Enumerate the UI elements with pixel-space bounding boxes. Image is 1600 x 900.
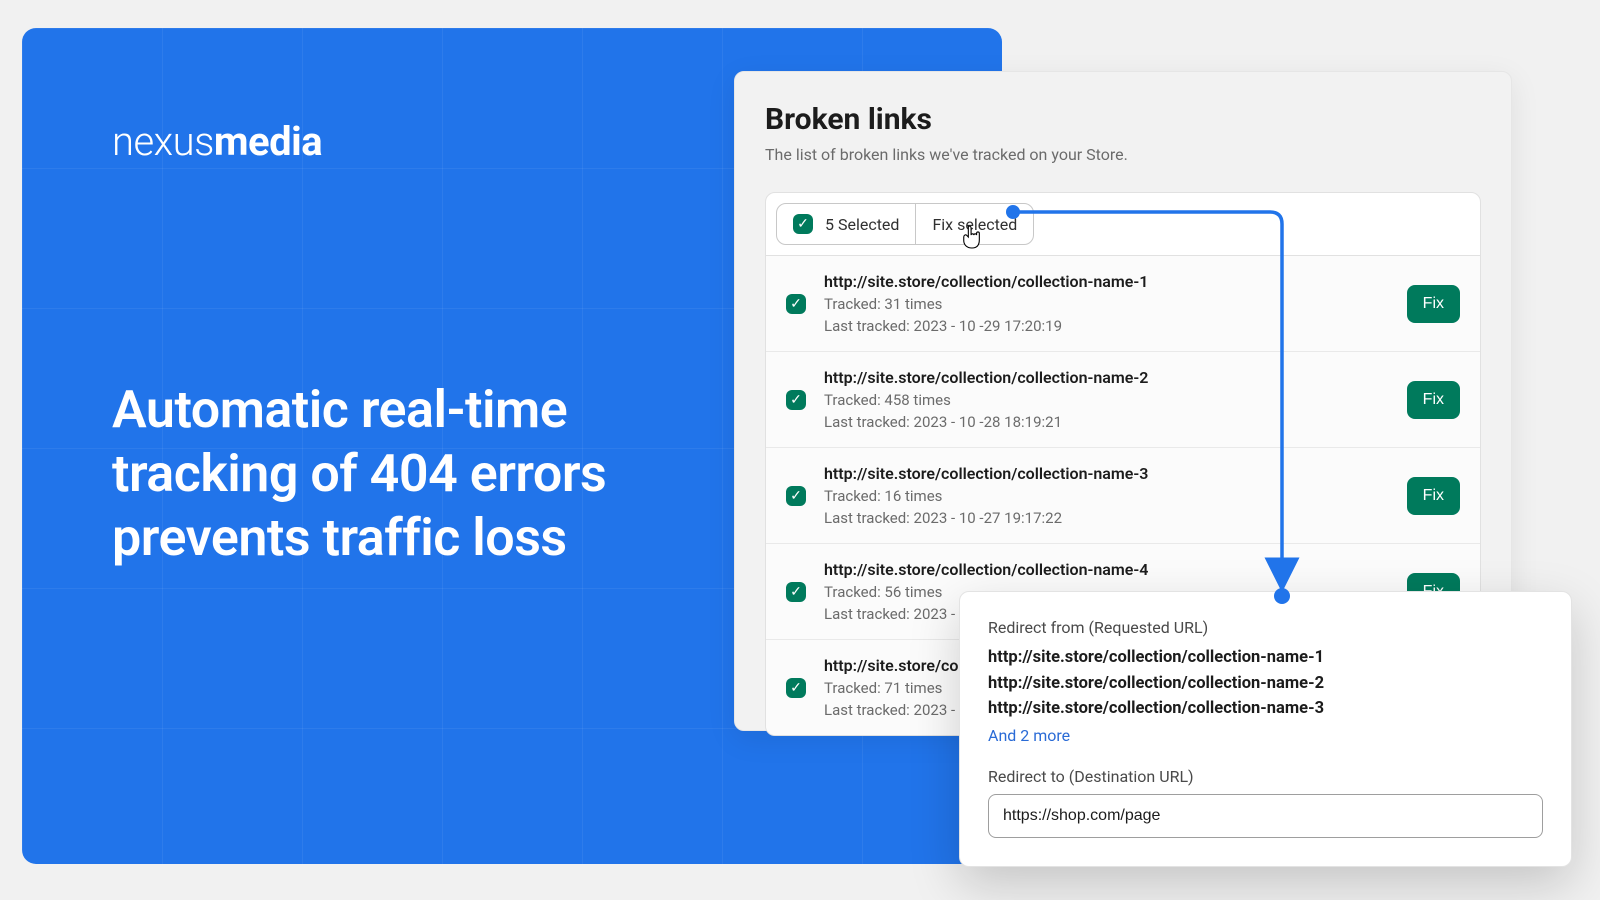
redirect-from-url: http://site.store/collection/collection-… xyxy=(988,696,1543,722)
brand-logo: nexusmedia xyxy=(112,118,322,165)
row-checkbox[interactable]: ✓ xyxy=(786,582,806,602)
panel-title: Broken links xyxy=(765,102,1481,137)
selected-count-label: 5 Selected xyxy=(825,215,899,234)
redirect-to-label: Redirect to (Destination URL) xyxy=(988,767,1543,786)
row-last-tracked: Last tracked: 2023 - 10 -27 19:17:22 xyxy=(824,509,1389,527)
redirect-from-url: http://site.store/collection/collection-… xyxy=(988,671,1543,697)
row-checkbox[interactable]: ✓ xyxy=(786,486,806,506)
row-checkbox[interactable]: ✓ xyxy=(786,678,806,698)
row-url: http://site.store/collection/collection-… xyxy=(824,464,1389,483)
row-last-tracked: Last tracked: 2023 - 10 -28 18:19:21 xyxy=(824,413,1389,431)
redirect-more-link[interactable]: And 2 more xyxy=(988,726,1543,745)
row-url: http://site.store/collection/collection-… xyxy=(824,368,1389,387)
table-row[interactable]: ✓ http://site.store/collection/collection… xyxy=(766,448,1480,544)
fix-button[interactable]: Fix xyxy=(1407,285,1460,323)
row-checkbox[interactable]: ✓ xyxy=(786,294,806,314)
row-tracked-count: Tracked: 16 times xyxy=(824,487,1389,505)
redirect-to-input[interactable] xyxy=(988,794,1543,838)
fix-button[interactable]: Fix xyxy=(1407,477,1460,515)
fix-selected-label: Fix selected xyxy=(932,215,1017,234)
row-body: http://site.store/collection/collection-… xyxy=(824,272,1389,335)
row-url: http://site.store/collection/collection-… xyxy=(824,560,1389,579)
list-toolbar: ✓ 5 Selected Fix selected xyxy=(766,193,1480,256)
table-row[interactable]: ✓ http://site.store/collection/collection… xyxy=(766,256,1480,352)
row-tracked-count: Tracked: 31 times xyxy=(824,295,1389,313)
redirect-popover: Redirect from (Requested URL) http://sit… xyxy=(959,591,1572,867)
toolbar-pillbox: ✓ 5 Selected Fix selected xyxy=(776,203,1034,245)
hero-headline: Automatic real-time tracking of 404 erro… xyxy=(112,378,732,570)
fix-button[interactable]: Fix xyxy=(1407,381,1460,419)
checkbox-checked-icon: ✓ xyxy=(793,214,813,234)
row-last-tracked: Last tracked: 2023 - 10 -29 17:20:19 xyxy=(824,317,1389,335)
row-body: http://site.store/collection/collection-… xyxy=(824,368,1389,431)
fix-selected-button[interactable]: Fix selected xyxy=(915,204,1033,244)
redirect-from-url: http://site.store/collection/collection-… xyxy=(988,645,1543,671)
table-row[interactable]: ✓ http://site.store/collection/collection… xyxy=(766,352,1480,448)
row-url: http://site.store/collection/collection-… xyxy=(824,272,1389,291)
row-body: http://site.store/collection/collection-… xyxy=(824,464,1389,527)
selected-count-pill[interactable]: ✓ 5 Selected xyxy=(777,204,915,244)
brand-part-1: nexus xyxy=(112,118,214,165)
row-checkbox[interactable]: ✓ xyxy=(786,390,806,410)
row-tracked-count: Tracked: 458 times xyxy=(824,391,1389,409)
panel-subtitle: The list of broken links we've tracked o… xyxy=(765,145,1481,164)
redirect-from-label: Redirect from (Requested URL) xyxy=(988,618,1543,637)
brand-part-2: media xyxy=(214,118,322,165)
